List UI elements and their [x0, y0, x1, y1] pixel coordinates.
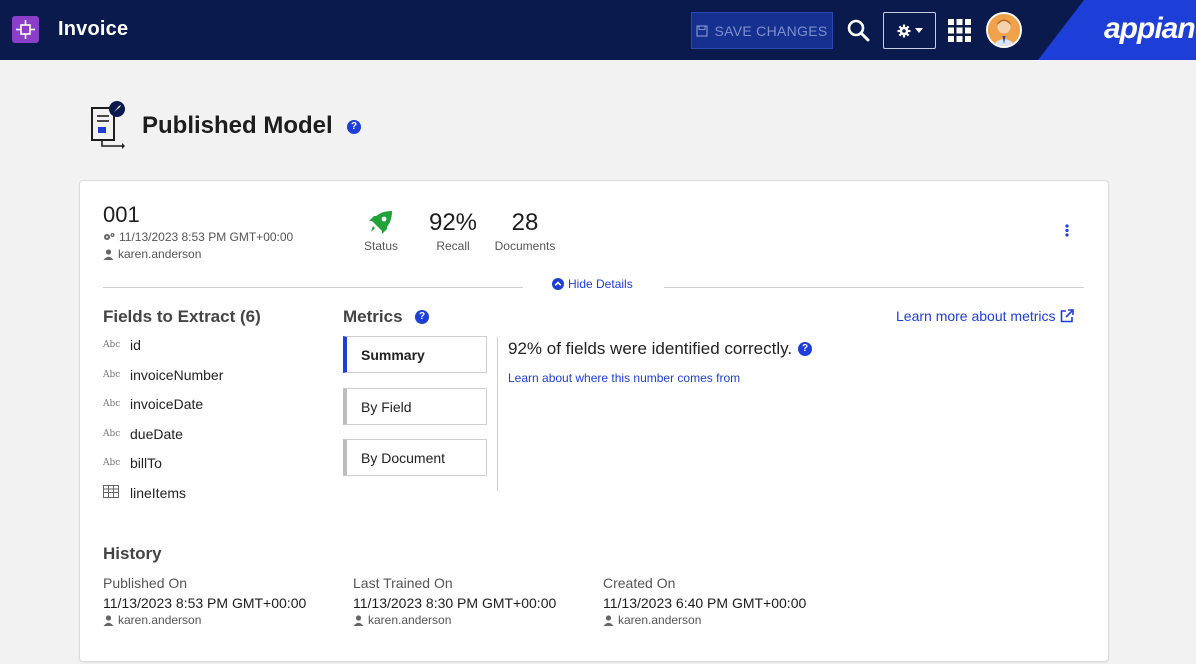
model-user-text: karen.anderson: [118, 247, 202, 261]
history-user: karen.anderson: [353, 613, 451, 627]
field-item: Abc billTo: [103, 455, 162, 471]
hide-details-link[interactable]: Hide Details: [552, 277, 633, 291]
recall-value: 92%: [428, 209, 478, 236]
user-icon: [103, 248, 114, 260]
model-user: karen.anderson: [103, 247, 201, 261]
save-icon: [696, 24, 709, 37]
summary-text: 92% of fields were identified correctly.…: [508, 339, 813, 359]
user-icon: [103, 614, 114, 626]
field-item: Abc dueDate: [103, 426, 183, 442]
history-user-name: karen.anderson: [618, 613, 702, 627]
learn-where-link[interactable]: Learn about where this number comes from: [508, 371, 740, 385]
divider: [497, 337, 498, 491]
hide-details-label: Hide Details: [568, 277, 633, 291]
history-date: 11/13/2023 8:30 PM GMT+00:00: [353, 595, 557, 611]
field-name: invoiceDate: [130, 396, 204, 412]
field-name: lineItems: [130, 485, 187, 501]
gears-icon: [104, 233, 115, 240]
search-icon[interactable]: [847, 19, 870, 42]
table-icon: [103, 485, 130, 501]
field-item: Abc invoiceNumber: [103, 367, 223, 383]
documents-value: 28: [511, 209, 539, 236]
summary-sentence: 92% of fields were identified correctly.: [508, 339, 793, 358]
save-changes-label: SAVE CHANGES: [714, 22, 828, 39]
learn-more-metrics-label: Learn more about metrics: [896, 308, 1056, 324]
app-icon[interactable]: [12, 16, 39, 43]
metrics-heading: Metrics: [343, 307, 403, 326]
history-heading: History: [103, 544, 162, 563]
history-label: Published On: [103, 575, 188, 591]
tab-by-field[interactable]: By Field: [343, 388, 487, 425]
history-user-name: karen.anderson: [368, 613, 452, 627]
page-title: Published Model: [142, 112, 333, 139]
chevron-up-circle-icon: [552, 278, 564, 290]
field-item: Abc id: [103, 337, 141, 353]
help-icon[interactable]: ?: [415, 310, 429, 324]
text-field-icon: Abc: [103, 458, 121, 468]
field-name: invoiceNumber: [130, 367, 224, 383]
documents-label: Documents: [494, 239, 556, 253]
app-grid-icon[interactable]: [948, 19, 971, 42]
history-date: 11/13/2023 8:53 PM GMT+00:00: [103, 595, 307, 611]
tab-by-document[interactable]: By Document: [343, 439, 487, 476]
history-date: 11/13/2023 6:40 PM GMT+00:00: [603, 595, 807, 611]
history-user-name: karen.anderson: [118, 613, 202, 627]
field-name: id: [130, 337, 141, 353]
status-label: Status: [363, 239, 399, 253]
divider: [664, 287, 1084, 288]
history-label: Last Trained On: [353, 575, 453, 591]
caret-down-icon: [914, 28, 923, 33]
history-label: Created On: [603, 575, 676, 591]
help-icon[interactable]: ?: [798, 342, 813, 356]
field-item: lineItems: [103, 485, 186, 501]
history-user: karen.anderson: [103, 613, 201, 627]
model-date-text: 11/13/2023 8:53 PM GMT+00:00: [119, 230, 294, 244]
tab-summary[interactable]: Summary: [343, 336, 487, 373]
field-name: dueDate: [130, 426, 183, 442]
appian-logo[interactable]: appian: [1104, 12, 1196, 46]
help-icon[interactable]: ?: [347, 120, 361, 134]
text-field-icon: Abc: [103, 340, 121, 350]
user-avatar[interactable]: [986, 12, 1022, 48]
text-field-icon: Abc: [103, 399, 121, 409]
fields-heading: Fields to Extract (6): [103, 307, 261, 326]
gear-icon: [897, 24, 910, 37]
process-icon: [16, 20, 35, 39]
more-options-icon[interactable]: [1064, 223, 1070, 239]
rocket-icon: [369, 211, 392, 234]
divider: [103, 287, 523, 288]
recall-label: Recall: [436, 239, 470, 253]
external-link-icon: [1060, 309, 1074, 323]
field-item: Abc invoiceDate: [103, 396, 203, 412]
app-title[interactable]: Invoice: [58, 18, 128, 41]
history-user: karen.anderson: [603, 613, 701, 627]
model-card: [79, 180, 1109, 662]
field-name: billTo: [130, 455, 162, 471]
settings-button[interactable]: [883, 12, 936, 49]
published-model-icon: [91, 101, 125, 149]
top-bar: Invoice SAVE CHANGES appian: [0, 0, 1196, 60]
user-icon: [603, 614, 614, 626]
save-changes-button[interactable]: SAVE CHANGES: [691, 12, 833, 49]
learn-more-metrics-link[interactable]: Learn more about metrics: [896, 308, 1074, 324]
user-avatar-image: [988, 14, 1020, 46]
text-field-icon: Abc: [103, 429, 121, 439]
user-icon: [353, 614, 364, 626]
model-id: 001: [103, 202, 140, 227]
model-date: 11/13/2023 8:53 PM GMT+00:00: [103, 230, 293, 244]
text-field-icon: Abc: [103, 370, 121, 380]
